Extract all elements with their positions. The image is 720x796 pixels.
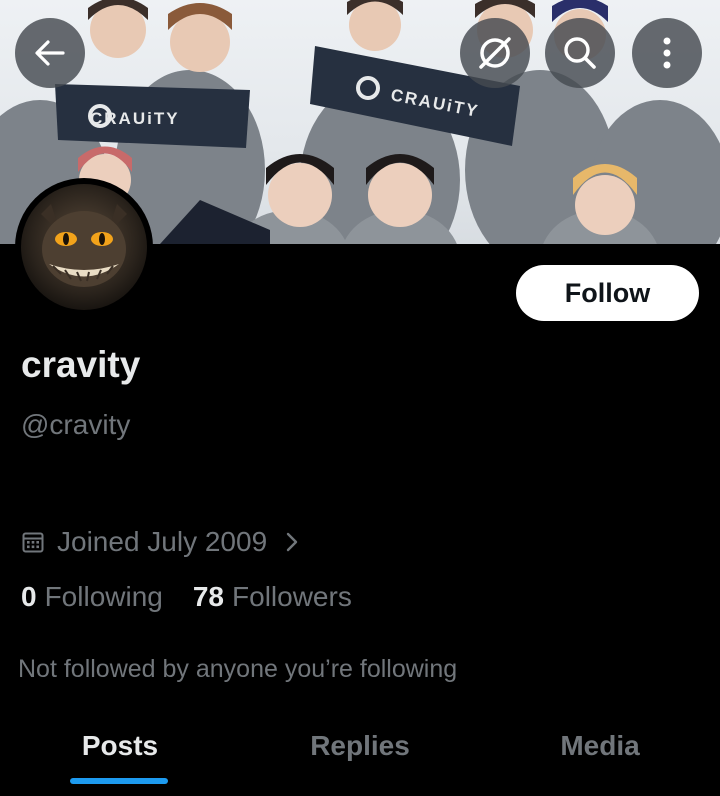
tab-replies[interactable]: Replies (240, 716, 480, 776)
search-icon (564, 37, 596, 69)
followers-link[interactable]: 78 Followers (193, 581, 352, 613)
avatar-image (21, 184, 147, 310)
joined-date-row[interactable]: Joined July 2009 (21, 524, 299, 560)
following-link[interactable]: 0 Following (21, 581, 163, 613)
follow-stats: 0 Following 78 Followers (21, 581, 382, 613)
user-handle: @cravity (21, 409, 131, 440)
search-button[interactable] (545, 18, 615, 88)
followers-label: Followers (232, 581, 352, 612)
joined-date-text: Joined July 2009 (57, 526, 268, 557)
profile-tabs: Posts Replies Media (0, 716, 720, 796)
not-followed-text: Not followed by anyone you’re following (18, 655, 458, 683)
followers-count: 78 (192, 581, 225, 612)
grok-icon (479, 37, 511, 69)
calendar-icon (21, 530, 45, 554)
more-button[interactable] (632, 18, 702, 88)
avatar[interactable] (15, 178, 153, 316)
following-count: 0 (21, 581, 37, 612)
tab-media[interactable]: Media (480, 716, 720, 776)
active-tab-indicator (70, 778, 168, 784)
grok-button[interactable] (460, 18, 530, 88)
chevron-right-icon (285, 531, 299, 553)
display-name: cravity (21, 344, 141, 385)
arrow-left-icon (35, 40, 65, 66)
back-button[interactable] (15, 18, 85, 88)
follow-button[interactable]: Follow (516, 265, 699, 321)
tab-posts[interactable]: Posts (0, 716, 240, 776)
following-label: Following (44, 581, 163, 612)
more-vertical-icon (663, 37, 671, 69)
